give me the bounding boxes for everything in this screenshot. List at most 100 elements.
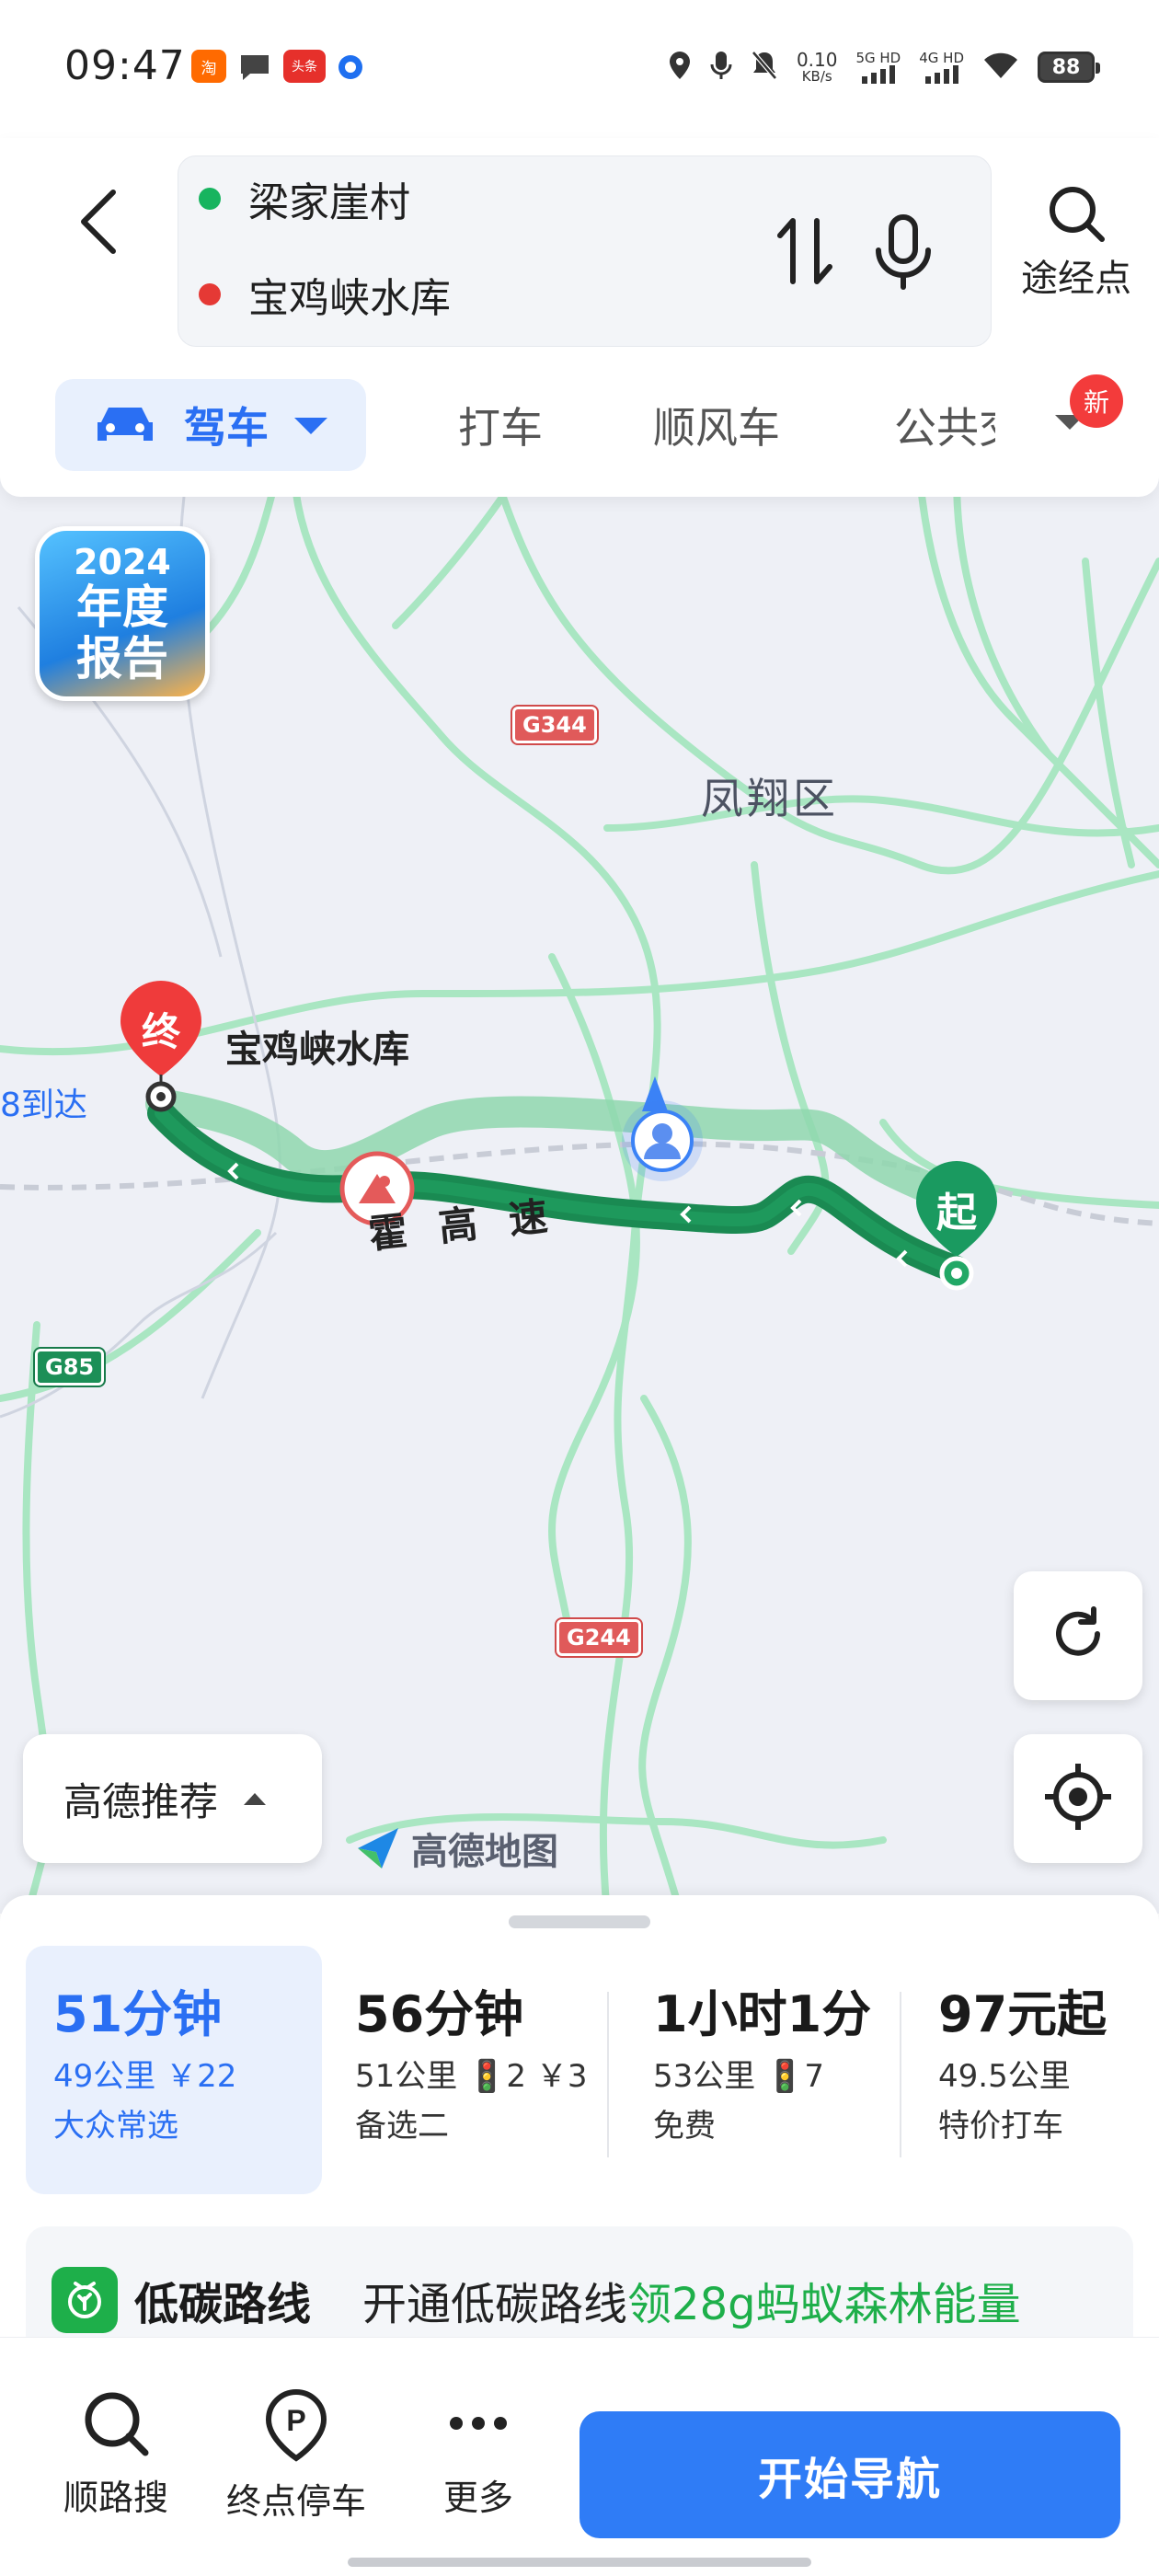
mic-status-icon <box>710 50 732 86</box>
tab-taxi[interactable]: 打车 <box>458 379 543 471</box>
district-label: 凤翔区 <box>701 774 839 823</box>
locate-button[interactable] <box>1014 1734 1142 1863</box>
home-indicator[interactable] <box>348 2558 811 2567</box>
swap-icon <box>777 218 832 284</box>
route-option-3[interactable]: 1小时1分 53公里 🚦7 免费 <box>625 1946 901 2194</box>
report-text: 年度报告 <box>76 581 168 685</box>
route-meta: 49.5公里 <box>938 2058 1071 2095</box>
route-note: 备选二 <box>355 2108 449 2145</box>
drag-handle[interactable] <box>509 1915 650 1928</box>
taobao-app-icon: 淘 <box>191 50 226 83</box>
battery-indicator: 88 <box>1038 52 1100 83</box>
route-preference-dropdown[interactable]: 高德推荐 <box>23 1734 322 1863</box>
mute-icon <box>751 50 778 86</box>
route-time: 97元起 <box>938 1985 1107 2043</box>
status-icons: 0.10 KB/s 5G HD 4G HD 88 <box>668 44 1100 90</box>
refresh-button[interactable] <box>1014 1571 1142 1700</box>
back-arrow-icon <box>78 189 119 259</box>
swap-route-button[interactable] <box>775 213 835 289</box>
amap-logo: 高德地图 <box>354 1822 558 1875</box>
road-badge-g85: G85 <box>35 1349 105 1386</box>
more-dots-icon <box>450 2417 507 2430</box>
chevron-down-icon <box>294 418 327 434</box>
route-option-1[interactable]: 51分钟 49公里 ￥22 大众常选 <box>26 1946 322 2194</box>
car-icon <box>98 408 153 441</box>
low-carbon-icon <box>52 2267 118 2333</box>
route-input-box: 梁家崖村 宝鸡峡水库 <box>178 155 992 347</box>
taxi-option[interactable]: 97元起 49.5公里 特价打车 <box>911 1946 1150 2194</box>
search-along-icon <box>85 2392 149 2456</box>
low-carbon-desc: 开通低碳路线 <box>362 2279 628 2330</box>
route-time: 1小时1分 <box>653 1985 872 2043</box>
route-time: 56分钟 <box>355 1985 524 2043</box>
dest-parking-label: 终点停车 <box>225 2481 366 2522</box>
travel-mode-tabs: 驾车 打车 顺风车 公共交 新 <box>55 374 1150 471</box>
arrive-time-label: 8到达 <box>0 1087 87 1124</box>
signal-5g: 5G HD <box>855 51 901 84</box>
route-note: 特价打车 <box>938 2108 1063 2145</box>
status-bar: 09:47 淘 头条 0.10 KB/s 5G HD 4G HD 88 <box>0 0 1159 138</box>
amap-logo-icon <box>358 1828 398 1869</box>
route-meta: 51公里 🚦2 ￥3 <box>355 2058 588 2095</box>
end-point-field[interactable]: 宝鸡峡水库 <box>199 262 451 327</box>
start-point-field[interactable]: 梁家崖村 <box>199 167 410 231</box>
more-button[interactable]: 更多 <box>405 2388 552 2520</box>
route-meta: 49公里 ￥22 <box>53 2058 237 2095</box>
refresh-icon <box>1046 1602 1110 1670</box>
destination-marker-text: 终 <box>141 1009 180 1054</box>
road-badge-g344: G344 <box>512 707 597 743</box>
low-carbon-promo: 领28g蚂蚁森林能量 <box>627 2279 1021 2330</box>
search-icon <box>1050 187 1105 242</box>
divider <box>607 1992 609 2157</box>
locate-icon <box>1041 1760 1115 1837</box>
route-time: 51分钟 <box>53 1985 223 2043</box>
tab-bus[interactable]: 公共交 <box>894 379 995 471</box>
end-dot-icon <box>199 283 221 305</box>
search-along-label: 顺路搜 <box>63 2478 168 2518</box>
net-speed-unit: KB/s <box>801 68 832 85</box>
report-year: 2024 <box>74 542 171 582</box>
signal-5g-label: 5G HD <box>855 50 901 66</box>
dest-parking-button[interactable]: P 终点停车 <box>223 2388 370 2524</box>
parking-pin-icon: P <box>265 2388 327 2462</box>
caret-up-icon <box>244 1792 267 1805</box>
start-point-label: 梁家崖村 <box>248 179 410 226</box>
annual-report-badge[interactable]: 2024 年度报告 <box>35 526 210 701</box>
toutiao-app-icon: 头条 <box>283 50 326 83</box>
start-navigation-button[interactable]: 开始导航 <box>580 2411 1120 2538</box>
chat-icon <box>237 52 272 86</box>
waypoint-button[interactable]: 途经点 <box>1012 184 1141 322</box>
start-dot-icon <box>199 188 221 210</box>
search-along-button[interactable]: 顺路搜 <box>42 2388 189 2520</box>
waypoint-label: 途经点 <box>1021 258 1131 300</box>
route-preference-label: 高德推荐 <box>63 1778 219 1824</box>
low-carbon-title: 低碳路线 <box>134 2279 312 2330</box>
route-option-2[interactable]: 56分钟 51公里 🚦2 ￥3 备选二 <box>327 1946 603 2194</box>
destination-marker[interactable]: 终 <box>115 977 207 1115</box>
route-meta: 53公里 🚦7 <box>653 2058 825 2095</box>
amap-logo-text: 高德地图 <box>411 1831 558 1873</box>
bottom-bar: 顺路搜 P 终点停车 更多 开始导航 <box>0 2337 1159 2576</box>
new-badge: 新 <box>1070 374 1123 428</box>
tab-drive[interactable]: 驾车 <box>55 379 366 471</box>
location-icon <box>668 50 692 86</box>
route-note: 大众常选 <box>53 2108 178 2145</box>
road-badge-g244: G244 <box>557 1619 641 1656</box>
divider <box>900 1992 901 2157</box>
map-view[interactable]: G344 G244 G85 凤翔区 2024 年度报告 终 宝鸡峡水库 8到达 … <box>0 478 1159 1914</box>
signal-4g-label: 4G HD <box>919 50 964 66</box>
start-marker[interactable]: 起 <box>911 1157 1003 1295</box>
status-time: 09:47 <box>64 42 186 89</box>
tab-drive-label: 驾车 <box>184 403 269 453</box>
route-header: 梁家崖村 宝鸡峡水库 途经点 驾车 打车 顺风车 公共交 新 <box>0 138 1159 497</box>
microphone-icon <box>876 214 931 290</box>
end-point-label: 宝鸡峡水库 <box>248 275 451 322</box>
net-speed: 0.10 KB/s <box>797 51 838 84</box>
tab-carpool[interactable]: 顺风车 <box>653 379 780 471</box>
voice-input-button[interactable] <box>873 213 934 291</box>
back-button[interactable] <box>66 173 131 274</box>
user-location-icon <box>616 1075 708 1189</box>
route-note: 免费 <box>653 2108 716 2145</box>
wifi-icon <box>982 51 1019 85</box>
svg-text:P: P <box>286 2404 305 2437</box>
